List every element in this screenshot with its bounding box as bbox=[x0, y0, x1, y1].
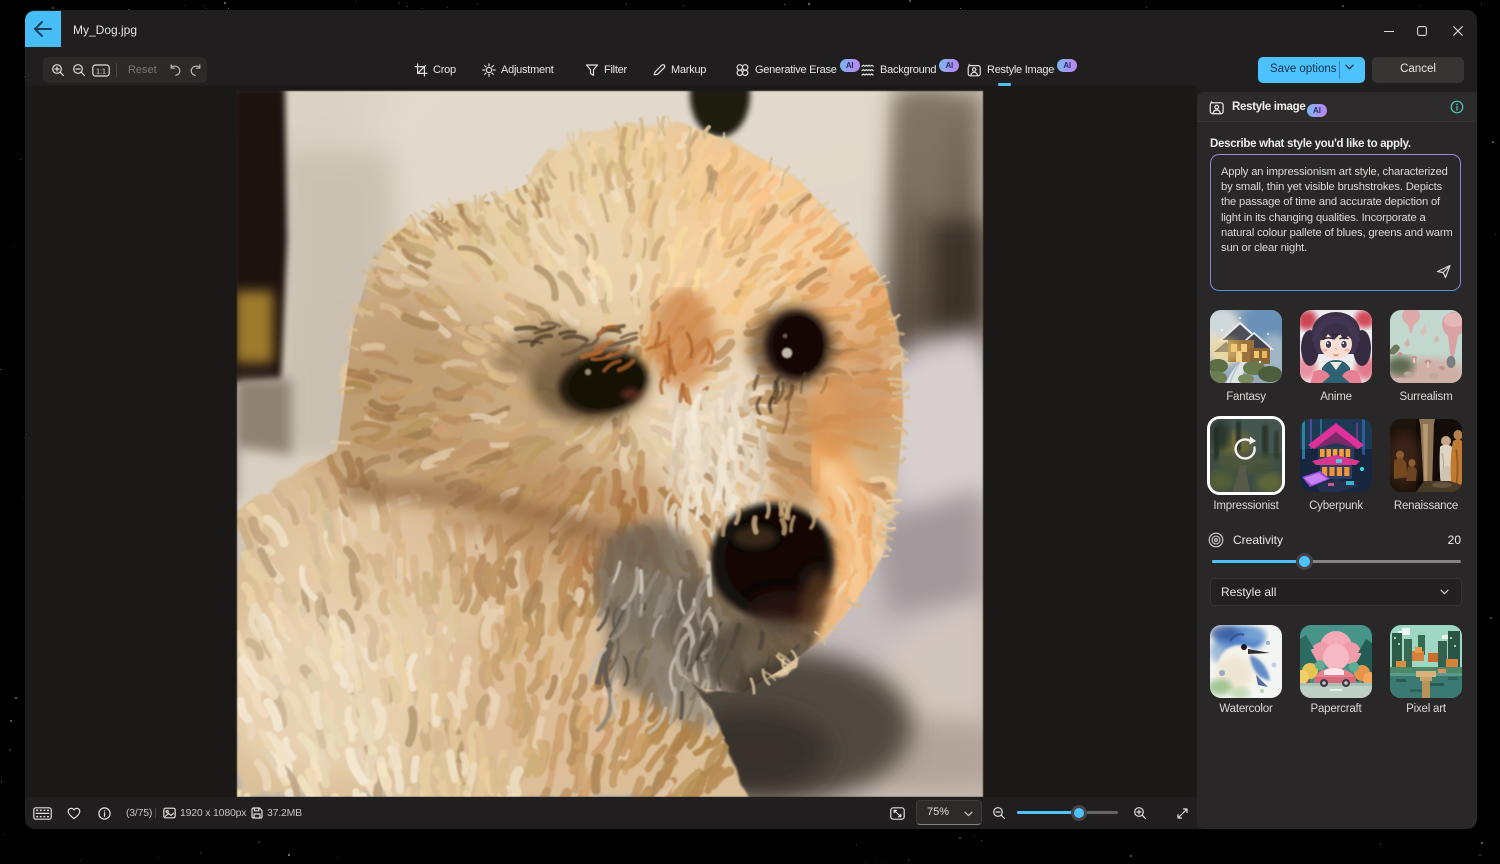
svg-text:1:1: 1:1 bbox=[96, 68, 106, 75]
